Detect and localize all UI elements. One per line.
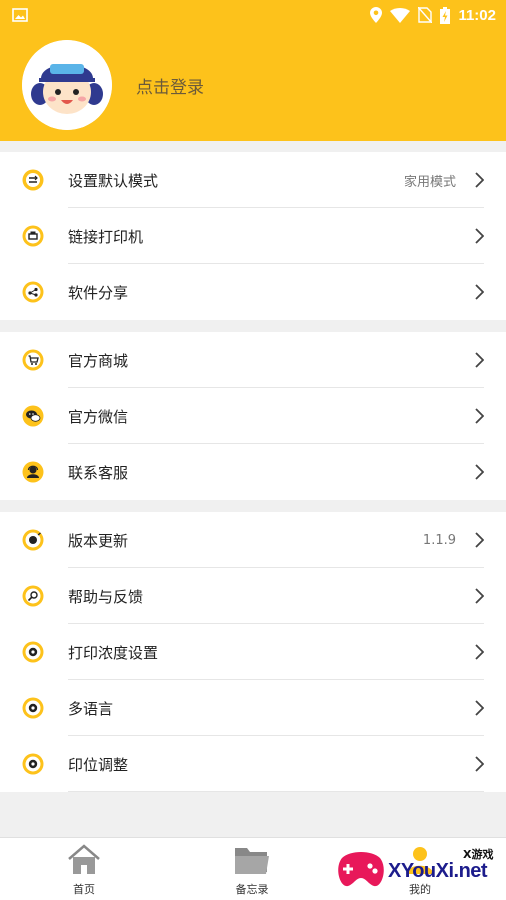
- status-time: 11:02: [458, 6, 496, 24]
- login-link[interactable]: 点击登录: [136, 73, 204, 98]
- menu-item-official-wechat[interactable]: 官方微信: [0, 388, 506, 444]
- menu-item-contact-service[interactable]: 联系客服: [0, 444, 506, 500]
- battery-charging-icon: [440, 6, 451, 24]
- menu-label: 版本更新: [68, 531, 129, 550]
- menu-value: 家用模式: [403, 174, 456, 190]
- menu-label: 印位调整: [68, 755, 129, 774]
- tab-label: 首页: [73, 883, 95, 896]
- folder-icon: [235, 848, 269, 874]
- cart-icon: [22, 349, 44, 371]
- watermark-text: XYouXi.net: [388, 860, 488, 882]
- mode-icon: [22, 169, 44, 191]
- menu-label: 官方微信: [68, 407, 129, 426]
- no-sim-icon: [418, 7, 433, 23]
- menu-label: 设置默认模式: [68, 171, 159, 190]
- menu-label: 链接打印机: [68, 227, 144, 246]
- update-icon: [22, 529, 44, 551]
- chevron-right-icon: [475, 588, 484, 604]
- profile-header: 11:02 点击登录: [0, 0, 506, 141]
- menu-item-official-store[interactable]: 官方商城: [0, 332, 506, 388]
- divider: [68, 791, 484, 792]
- menu-label: 官方商城: [68, 351, 129, 370]
- customer-service-icon: [22, 461, 44, 483]
- menu-item-print-density[interactable]: 打印浓度设置: [0, 624, 506, 680]
- menu-label: 软件分享: [68, 283, 129, 302]
- wifi-icon: [390, 7, 411, 23]
- version-value: 1.1.9: [422, 532, 456, 548]
- chevron-right-icon: [475, 464, 484, 480]
- chevron-right-icon: [475, 228, 484, 244]
- settings-group-3: 版本更新 1.1.9 帮助与反馈 打印浓度设置 多语言 印位调整: [0, 512, 506, 792]
- menu-item-link-printer[interactable]: 链接打印机: [0, 208, 506, 264]
- chevron-right-icon: [475, 408, 484, 424]
- printer-icon: [22, 225, 44, 247]
- gamepad-logo-icon: [338, 852, 384, 887]
- language-icon: [22, 697, 44, 719]
- menu-label: 联系客服: [68, 463, 129, 482]
- help-icon: [22, 585, 44, 607]
- menu-label: 帮助与反馈: [68, 587, 144, 606]
- chevron-right-icon: [475, 700, 484, 716]
- wechat-icon: [22, 405, 44, 427]
- cartoon-avatar-icon: [22, 40, 112, 130]
- chevron-right-icon: [475, 756, 484, 772]
- chevron-right-icon: [475, 284, 484, 300]
- menu-item-multi-language[interactable]: 多语言: [0, 680, 506, 736]
- tab-home[interactable]: 首页: [0, 838, 168, 900]
- chevron-right-icon: [475, 172, 484, 188]
- tab-label: 备忘录: [235, 883, 269, 896]
- avatar[interactable]: [22, 40, 112, 130]
- settings-group-1: 设置默认模式 家用模式 链接打印机 软件分享: [0, 152, 506, 320]
- menu-item-share-app[interactable]: 软件分享: [0, 264, 506, 320]
- chevron-right-icon: [475, 532, 484, 548]
- menu-item-version-update[interactable]: 版本更新 1.1.9: [0, 512, 506, 568]
- menu-item-default-mode[interactable]: 设置默认模式 家用模式: [0, 152, 506, 208]
- position-icon: [22, 753, 44, 775]
- settings-group-2: 官方商城 官方微信 联系客服: [0, 332, 506, 500]
- menu-label: 打印浓度设置: [68, 643, 159, 662]
- status-bar: 11:02: [0, 0, 506, 30]
- menu-item-position-adjust[interactable]: 印位调整: [0, 736, 506, 792]
- density-icon: [22, 641, 44, 663]
- chevron-right-icon: [475, 644, 484, 660]
- location-icon: [370, 7, 383, 23]
- share-icon: [22, 281, 44, 303]
- chevron-right-icon: [475, 352, 484, 368]
- menu-label: 多语言: [68, 699, 114, 718]
- image-notification-icon: [12, 8, 28, 22]
- menu-item-help-feedback[interactable]: 帮助与反馈: [0, 568, 506, 624]
- site-watermark: X游戏 XYouXi.net: [336, 842, 506, 900]
- tab-memo[interactable]: 备忘录: [168, 838, 336, 900]
- home-icon: [68, 844, 100, 874]
